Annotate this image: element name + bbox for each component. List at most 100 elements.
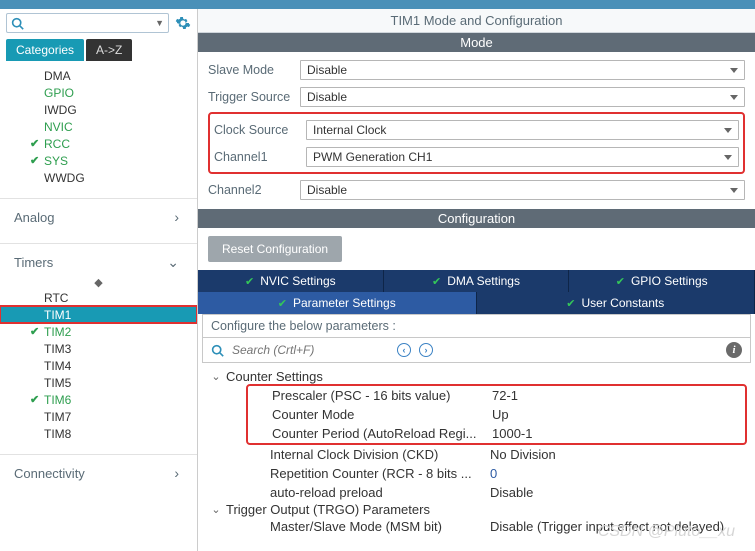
param-row[interactable]: Counter Period (AutoReload Regi...1000-1: [248, 424, 745, 443]
sidebar-search-input[interactable]: [24, 16, 155, 30]
tree-item-label: TIM5: [44, 376, 71, 390]
param-row[interactable]: Counter ModeUp: [248, 405, 745, 424]
tree-item-label: TIM6: [44, 393, 71, 407]
subtab-gpio-settings[interactable]: ✔GPIO Settings: [569, 270, 755, 292]
tree-item-tim7[interactable]: TIM7: [0, 408, 197, 425]
sort-handle-icon[interactable]: ◆: [0, 279, 197, 287]
search-next-icon[interactable]: ›: [419, 343, 433, 357]
search-icon: [211, 344, 224, 357]
trigger-source-select[interactable]: Disable: [300, 87, 745, 107]
chevron-right-icon: ›: [174, 209, 179, 225]
check-icon: ✔: [30, 393, 39, 406]
param-value[interactable]: 0: [490, 466, 747, 481]
group-trgo[interactable]: ⌄Trigger Output (TRGO) Parameters: [206, 502, 747, 517]
tree-item-label: IWDG: [44, 103, 77, 117]
param-value[interactable]: 1000-1: [492, 426, 745, 441]
tree-item-tim4[interactable]: TIM4: [0, 357, 197, 374]
tab-alpha[interactable]: A->Z: [86, 39, 132, 61]
subtab-label: DMA Settings: [447, 274, 520, 288]
clock-source-label: Clock Source: [214, 123, 306, 137]
section-connectivity[interactable]: Connectivity›: [0, 459, 197, 487]
tree-item-label: TIM7: [44, 410, 71, 424]
check-icon: ✔: [566, 297, 575, 310]
tree-item-label: RTC: [44, 291, 68, 305]
subtab-parameter-settings[interactable]: ✔ Parameter Settings: [198, 292, 477, 314]
tree-item-sys[interactable]: ✔SYS: [0, 152, 197, 169]
tree-item-gpio[interactable]: GPIO: [0, 84, 197, 101]
subtab-label: Parameter Settings: [293, 296, 396, 310]
param-value[interactable]: No Division: [490, 447, 747, 462]
tree-item-nvic[interactable]: NVIC: [0, 118, 197, 135]
param-search-input[interactable]: [232, 343, 389, 357]
tree-item-iwdg[interactable]: IWDG: [0, 101, 197, 118]
check-icon: ✔: [30, 325, 39, 338]
check-icon: ✔: [245, 275, 254, 288]
channel1-select[interactable]: PWM Generation CH1: [306, 147, 739, 167]
tree-item-label: RCC: [44, 137, 70, 151]
tree-item-tim8[interactable]: TIM8: [0, 425, 197, 442]
tree-item-tim2[interactable]: ✔ TIM2: [0, 323, 197, 340]
param-value[interactable]: Disable: [490, 485, 747, 500]
param-value[interactable]: 72-1: [492, 388, 745, 403]
tree: DMAGPIOIWDGNVIC✔RCC✔SYSWWDG Analog› Time…: [0, 61, 197, 487]
tree-item-label: TIM4: [44, 359, 71, 373]
subtab-nvic-settings[interactable]: ✔NVIC Settings: [198, 270, 384, 292]
param-row[interactable]: Prescaler (PSC - 16 bits value)72-1: [248, 386, 745, 405]
page-title: TIM1 Mode and Configuration: [198, 9, 755, 33]
tree-item-wwdg[interactable]: WWDG: [0, 169, 197, 186]
configure-hint: Configure the below parameters :: [202, 314, 751, 337]
check-icon: ✔: [278, 297, 287, 310]
sidebar-search[interactable]: ▼: [6, 13, 169, 33]
chevron-down-icon: ⌄: [167, 254, 179, 271]
channel2-select[interactable]: Disable: [300, 180, 745, 200]
tab-categories[interactable]: Categories: [6, 39, 84, 61]
param-value[interactable]: Disable (Trigger input effect not delaye…: [490, 519, 747, 534]
chevron-down-icon[interactable]: ▼: [155, 18, 164, 28]
tree-item-dma[interactable]: DMA: [0, 67, 197, 84]
gear-icon[interactable]: [175, 15, 191, 31]
main-panel: TIM1 Mode and Configuration Mode Slave M…: [198, 9, 755, 551]
tree-item-tim5[interactable]: TIM5: [0, 374, 197, 391]
search-prev-icon[interactable]: ‹: [397, 343, 411, 357]
clock-source-select[interactable]: Internal Clock: [306, 120, 739, 140]
tree-item-rtc[interactable]: RTC: [0, 289, 197, 306]
tree-item-label: WWDG: [44, 171, 85, 185]
collapse-icon: ⌄: [206, 503, 226, 516]
tree-item-label: TIM3: [44, 342, 71, 356]
check-icon: ✔: [432, 275, 441, 288]
left-sidebar: ▼ Categories A->Z DMAGPIOIWDGNVIC✔RCC✔SY…: [0, 9, 198, 551]
tree-item-label: TIM1: [44, 308, 71, 322]
subtab-user-constants[interactable]: ✔User Constants: [477, 292, 755, 314]
param-row[interactable]: auto-reload preloadDisable: [206, 483, 747, 502]
param-row[interactable]: Master/Slave Mode (MSM bit)Disable (Trig…: [206, 517, 747, 536]
param-label: Master/Slave Mode (MSM bit): [256, 519, 490, 534]
tree-item-tim6[interactable]: ✔ TIM6: [0, 391, 197, 408]
section-analog[interactable]: Analog›: [0, 203, 197, 231]
channel2-label: Channel2: [208, 183, 300, 197]
tree-item-label: GPIO: [44, 86, 74, 100]
check-icon: ✔: [616, 275, 625, 288]
param-row[interactable]: Internal Clock Division (CKD)No Division: [206, 445, 747, 464]
trigger-source-label: Trigger Source: [208, 90, 300, 104]
subtab-dma-settings[interactable]: ✔ DMA Settings: [384, 270, 570, 292]
tree-item-tim3[interactable]: TIM3: [0, 340, 197, 357]
tree-item-rcc[interactable]: ✔RCC: [0, 135, 197, 152]
info-icon[interactable]: i: [726, 342, 742, 358]
slave-mode-select[interactable]: Disable: [300, 60, 745, 80]
collapse-icon: ⌄: [206, 370, 226, 383]
config-band: Configuration: [198, 209, 755, 228]
param-label: Counter Period (AutoReload Regi...: [258, 426, 492, 441]
tree-item-label: SYS: [44, 154, 68, 168]
section-timers[interactable]: Timers⌄: [0, 248, 197, 277]
param-row[interactable]: Repetition Counter (RCR - 8 bits ...0: [206, 464, 747, 483]
search-icon: [11, 17, 24, 30]
reset-configuration-button[interactable]: Reset Configuration: [208, 236, 342, 262]
channel1-label: Channel1: [214, 150, 306, 164]
tree-item-label: TIM2: [44, 325, 71, 339]
param-label: Counter Mode: [258, 407, 492, 422]
tree-item-tim1[interactable]: TIM1: [0, 306, 197, 323]
group-counter-settings[interactable]: ⌄Counter Settings: [206, 369, 747, 384]
chevron-right-icon: ›: [174, 465, 179, 481]
tree-item-label: NVIC: [44, 120, 73, 134]
param-value[interactable]: Up: [492, 407, 745, 422]
